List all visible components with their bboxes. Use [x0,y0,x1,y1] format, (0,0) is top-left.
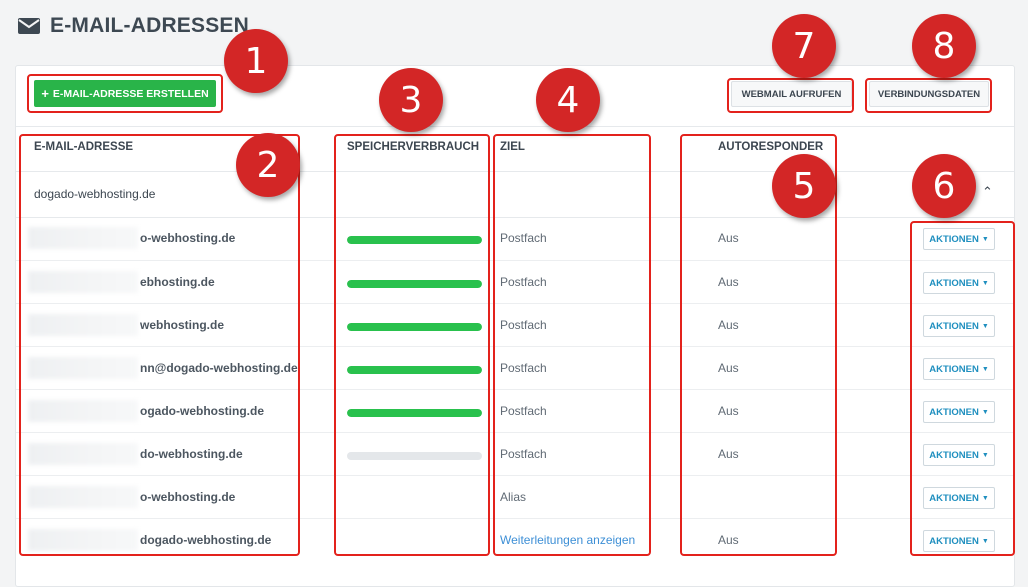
page-title-text: E-MAIL-ADRESSEN [50,14,250,37]
annotation-box-3 [334,134,490,556]
annotation-box-1 [27,74,223,113]
annotation-badge-1: 1 [224,29,288,93]
chevron-up-icon[interactable]: ⌃ [982,184,993,200]
annotation-badge-6: 6 [912,154,976,218]
envelope-icon [18,18,40,34]
annotation-box-2 [19,134,300,556]
annotation-badge-3: 3 [379,68,443,132]
annotation-box-4 [493,134,651,556]
annotation-box-6 [910,221,1015,556]
toolbar-divider [16,126,1014,127]
annotation-badge-2: 2 [236,133,300,197]
annotation-box-8 [865,78,992,113]
page-title: E-MAIL-ADRESSEN [18,14,249,38]
annotation-badge-4: 4 [536,68,600,132]
annotation-box-7 [727,78,854,113]
annotation-badge-7: 7 [772,14,836,78]
annotation-badge-5: 5 [772,154,836,218]
annotation-badge-8: 8 [912,14,976,78]
